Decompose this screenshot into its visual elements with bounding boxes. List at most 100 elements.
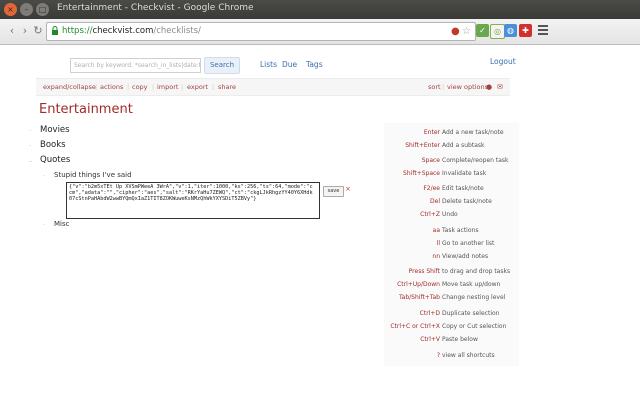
nav-tags-link[interactable]: Tags <box>306 60 323 69</box>
shortcut-desc: Invalidate task <box>442 170 487 177</box>
task-editor-text[interactable]: {"v":"b2m5xTEt Up XVSmPWeeA 3WrA","v":1,… <box>69 184 315 216</box>
expander-icon[interactable]: · <box>43 221 45 229</box>
nav-lists-link[interactable]: Lists <box>260 60 277 69</box>
import-link[interactable]: import <box>157 83 178 91</box>
expander-icon[interactable]: · <box>29 127 31 135</box>
cancel-edit-icon[interactable]: × <box>345 185 351 193</box>
expander-icon[interactable]: · <box>43 172 45 180</box>
shortcut-desc: to drag and drop tasks <box>442 268 511 275</box>
window-minimize-icon[interactable]: – <box>20 3 33 16</box>
shortcut-row: Tab/Shift+Tab Change nesting level <box>384 294 519 304</box>
extension-ring-icon[interactable]: ◎ <box>490 24 505 39</box>
extension-check-icon[interactable]: ✓ <box>476 24 489 37</box>
task-stupid-things[interactable]: Stupid things I've said <box>54 171 132 179</box>
reload-icon[interactable]: ↻ <box>32 24 44 37</box>
separator: | <box>127 83 130 91</box>
shortcut-key: Ctrl+Z <box>420 211 440 218</box>
chrome-menu-icon[interactable] <box>538 25 548 35</box>
block-icon[interactable]: ● <box>451 25 460 38</box>
shortcut-desc: Task actions <box>442 227 479 234</box>
url-text: https://checkvist.com/checklists/ <box>62 26 201 36</box>
address-bar[interactable]: https://checkvist.com/checklists/ ● ☆ <box>46 22 476 41</box>
shortcut-desc: Duplicate selection <box>442 310 500 317</box>
shortcut-row: Del Delete task/note <box>384 198 519 208</box>
shortcut-row[interactable]: ? view all shortcuts <box>384 352 519 362</box>
page-content: Search by keyword, *search_in_lists|date… <box>0 45 554 400</box>
shortcut-row: Press Shift to drag and drop tasks <box>384 268 519 278</box>
separator: | <box>212 83 215 91</box>
shortcut-key: Ctrl+V <box>420 336 440 343</box>
shortcut-key: Tab/Shift+Tab <box>398 294 440 301</box>
shortcut-desc: Change nesting level <box>442 294 506 301</box>
collapse-icon[interactable]: – <box>29 157 33 165</box>
sort-link[interactable]: sort <box>428 83 441 91</box>
nav-due-link[interactable]: Due <box>282 60 297 69</box>
task-misc[interactable]: Misc <box>54 220 69 228</box>
shortcut-row: Ctrl+Z Undo <box>384 211 519 221</box>
shortcut-key: Ctrl+Up/Down <box>397 281 440 288</box>
back-icon[interactable]: ‹ <box>6 24 18 37</box>
lock-icon <box>52 26 58 35</box>
search-input[interactable]: Search by keyword, *search_in_lists|date… <box>70 58 201 73</box>
window-maximize-icon[interactable]: □ <box>36 3 49 16</box>
shortcut-row: Space Complete/reopen task <box>384 157 519 167</box>
task-quotes[interactable]: Quotes <box>40 155 70 165</box>
shortcut-row: Ctrl+D Duplicate selection <box>384 310 519 320</box>
shortcut-desc: View/add notes <box>442 253 489 260</box>
shortcut-key: ll <box>436 240 440 247</box>
separator: | <box>181 83 184 91</box>
shortcut-row: Shift+Enter Add a subtask <box>384 142 519 152</box>
shortcut-desc: Undo <box>442 211 458 218</box>
extension-checkvist-icon[interactable]: ✚ <box>519 24 532 37</box>
shortcut-desc: Paste below <box>442 336 478 343</box>
bookmark-star-icon[interactable]: ☆ <box>462 25 471 38</box>
shortcut-row: Ctrl+V Paste below <box>384 336 519 346</box>
browser-toolbar: ‹ › ↻ https://checkvist.com/checklists/ … <box>0 19 640 45</box>
view-all-shortcuts-link[interactable]: view all shortcuts <box>442 352 495 359</box>
shortcut-key: Del <box>430 198 440 205</box>
shortcut-desc: Add a new task/note <box>442 129 504 136</box>
separator: | <box>442 83 445 91</box>
copy-link[interactable]: copy <box>132 83 148 91</box>
shortcut-desc: Move task up/down <box>442 281 501 288</box>
search-button[interactable]: Search <box>204 57 240 74</box>
shortcut-key: Shift+Enter <box>405 142 440 149</box>
export-link[interactable]: export <box>187 83 208 91</box>
shortcut-key: Shift+Space <box>403 170 440 177</box>
forward-icon[interactable]: › <box>19 24 31 37</box>
shortcut-desc: Delete task/note <box>442 198 492 205</box>
window-titlebar: × – □ Entertainment - Checkvist - Google… <box>0 0 640 19</box>
action-bar: expand/collapse | actions | copy | impor… <box>36 78 510 96</box>
shortcut-key: nn <box>432 253 440 260</box>
actions-link[interactable]: actions <box>100 83 123 91</box>
shortcut-row: aa Task actions <box>384 227 519 237</box>
shortcut-key: Press Shift <box>408 268 440 275</box>
window-title: Entertainment - Checkvist - Google Chrom… <box>57 3 254 13</box>
logout-link[interactable]: Logout <box>490 57 516 66</box>
separator: | <box>152 83 155 91</box>
shortcut-key: Space <box>421 157 440 164</box>
extension-globe-icon[interactable]: ◍ <box>504 24 517 37</box>
share-link[interactable]: share <box>218 83 236 91</box>
shortcut-row: F2/ee Edit task/note <box>384 185 519 195</box>
window-controls: × – □ <box>4 3 49 16</box>
url-path: /checklists/ <box>153 26 201 36</box>
view-options-link[interactable]: view options <box>447 83 488 91</box>
edit-title-icon[interactable]: ✎ <box>121 107 127 115</box>
save-button[interactable]: save <box>323 186 344 197</box>
shortcut-key: ? <box>436 352 440 359</box>
separator: | <box>95 83 98 91</box>
user-icon[interactable]: ● <box>486 83 492 91</box>
window-close-icon[interactable]: × <box>4 3 17 16</box>
expander-icon[interactable]: · <box>29 142 31 150</box>
shortcut-row: Ctrl+Up/Down Move task up/down <box>384 281 519 291</box>
mail-icon[interactable]: ✉ <box>497 83 503 91</box>
blank-right-area <box>554 45 640 400</box>
task-books[interactable]: Books <box>40 140 66 150</box>
shortcut-row: ll Go to another list <box>384 240 519 250</box>
shortcut-row: Ctrl+C or Ctrl+X Copy or Cut selection <box>384 323 519 333</box>
expand-collapse-link[interactable]: expand/collapse <box>43 83 96 91</box>
shortcut-row: Shift+Space Invalidate task <box>384 170 519 180</box>
task-editor[interactable]: {"v":"b2m5xTEt Up XVSmPWeeA 3WrA","v":1,… <box>66 182 320 219</box>
task-movies[interactable]: Movies <box>40 125 70 135</box>
